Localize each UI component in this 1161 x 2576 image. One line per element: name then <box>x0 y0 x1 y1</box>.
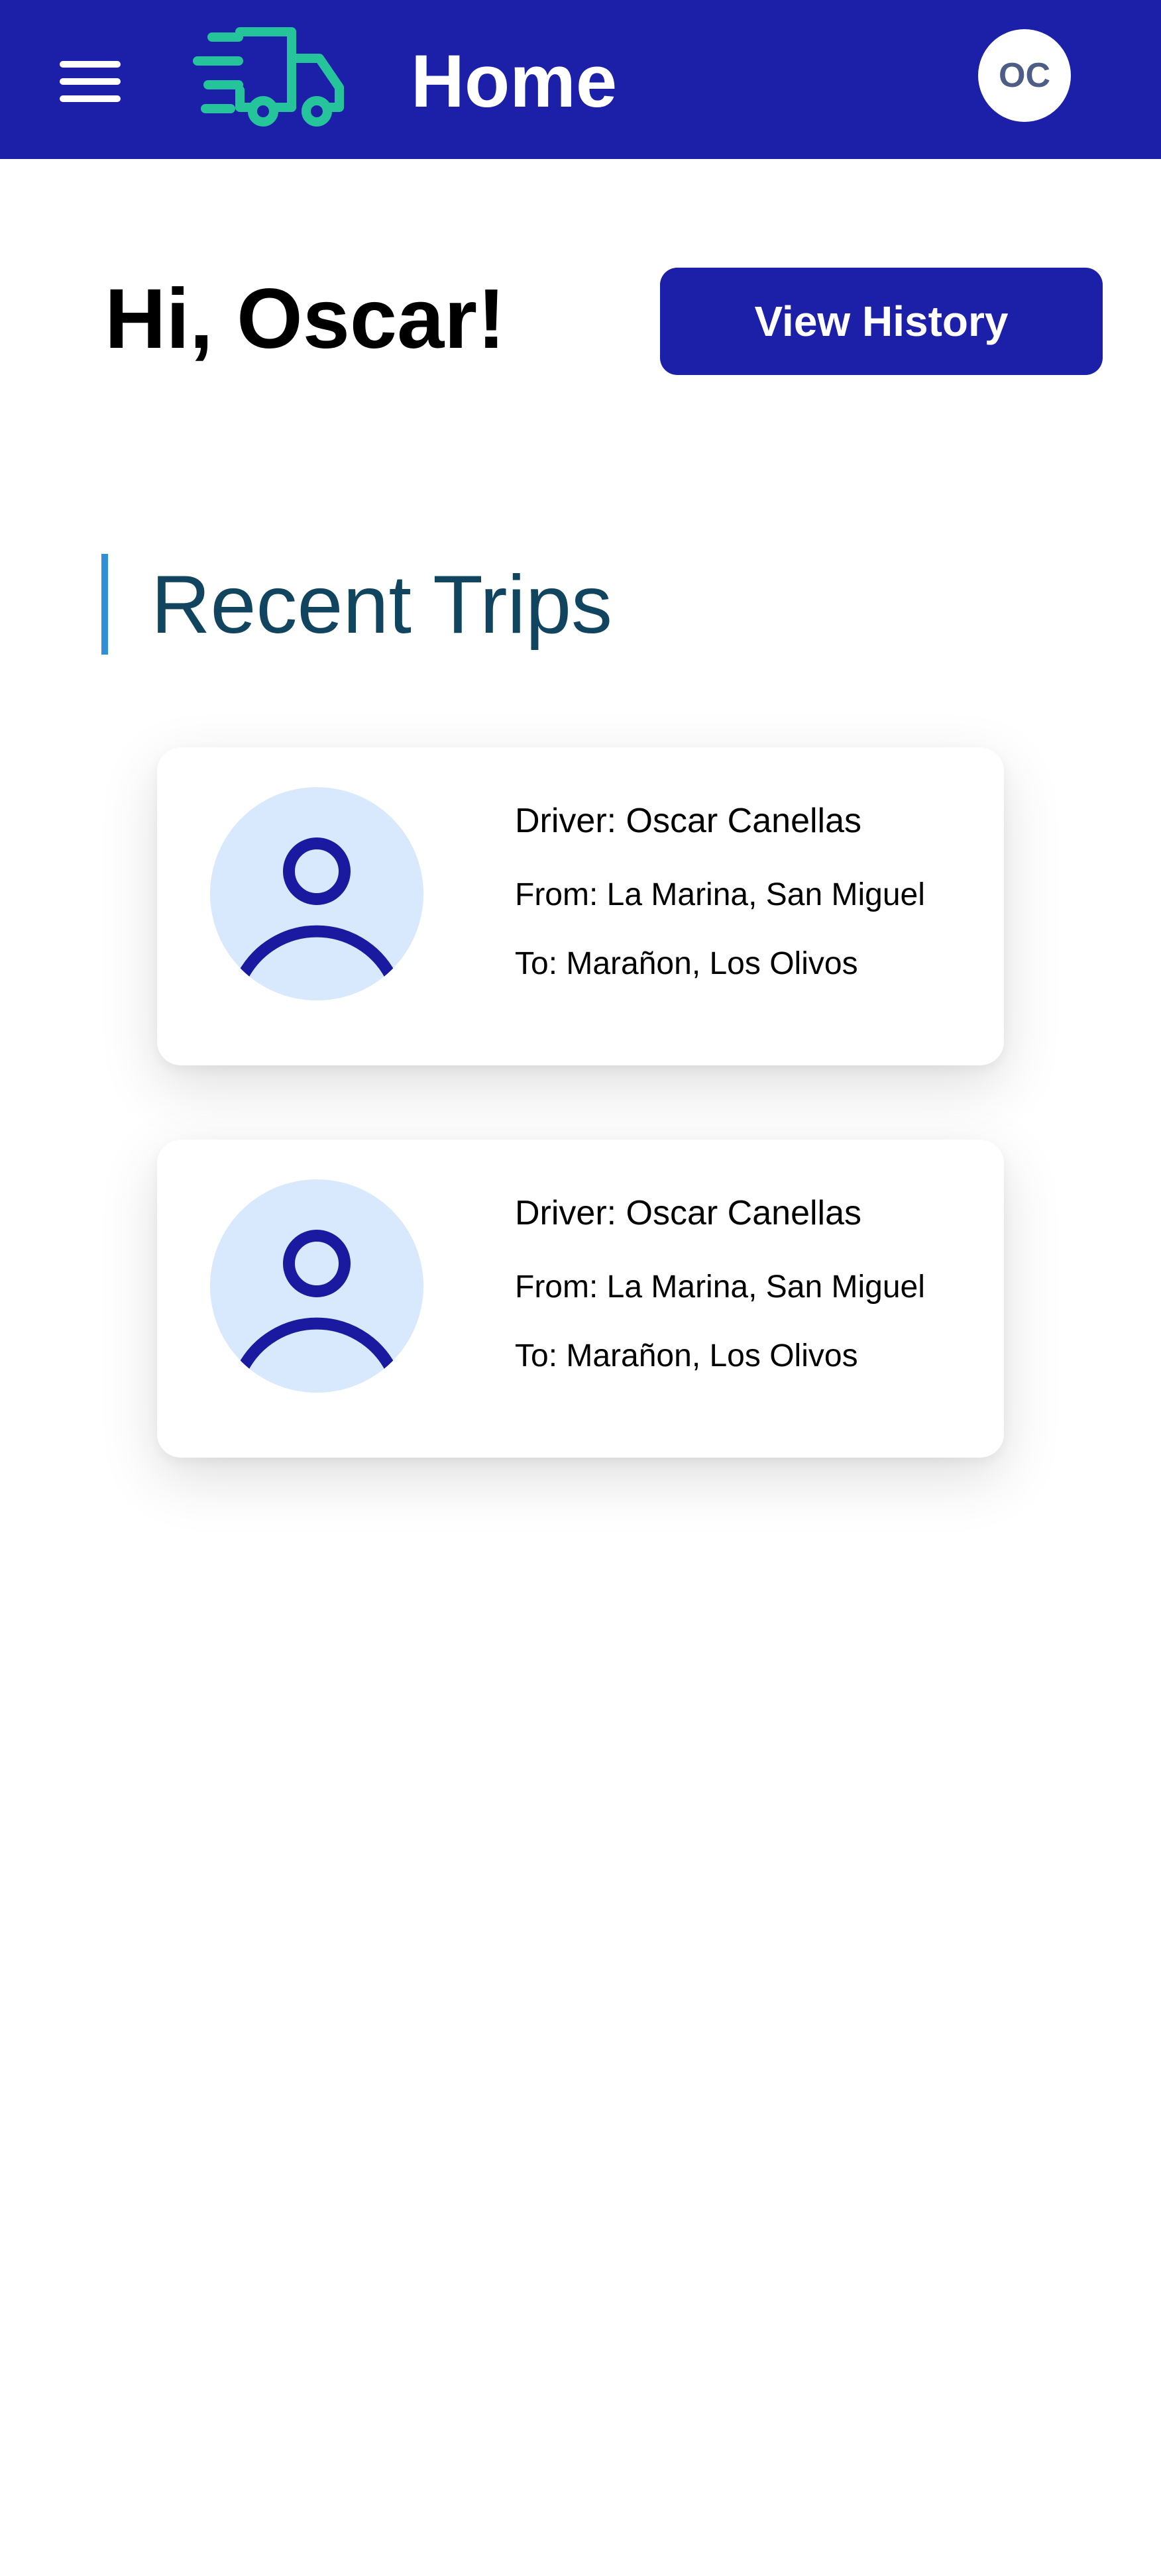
trip-card[interactable]: Driver: Oscar Canellas From: La Marina, … <box>157 1140 1004 1458</box>
trip-driver: Driver: Oscar Canellas <box>515 802 862 840</box>
trip-origin: From: La Marina, San Miguel <box>515 1269 925 1305</box>
page-title: Home <box>411 40 618 123</box>
app-header: Home OC <box>0 0 1161 159</box>
greeting-heading: Hi, Oscar! <box>105 272 506 366</box>
view-history-button[interactable]: View History <box>660 268 1103 375</box>
user-icon <box>238 837 396 979</box>
delivery-truck-icon <box>193 27 344 127</box>
driver-avatar <box>210 787 423 1000</box>
trip-card[interactable]: Driver: Oscar Canellas From: La Marina, … <box>157 747 1004 1065</box>
trip-details: Driver: Oscar Canellas From: La Marina, … <box>515 800 979 983</box>
user-icon <box>238 1230 396 1371</box>
trip-destination: To: Marañon, Los Olivos <box>515 1338 858 1373</box>
section-accent-bar <box>101 554 108 655</box>
trip-details: Driver: Oscar Canellas From: La Marina, … <box>515 1193 979 1375</box>
recent-trips-heading: Recent Trips <box>151 559 613 651</box>
user-avatar[interactable]: OC <box>978 29 1071 122</box>
driver-avatar <box>210 1179 423 1393</box>
trip-destination: To: Marañon, Los Olivos <box>515 946 858 981</box>
trip-driver: Driver: Oscar Canellas <box>515 1194 862 1232</box>
hamburger-icon[interactable] <box>60 60 126 106</box>
trip-origin: From: La Marina, San Miguel <box>515 877 925 912</box>
